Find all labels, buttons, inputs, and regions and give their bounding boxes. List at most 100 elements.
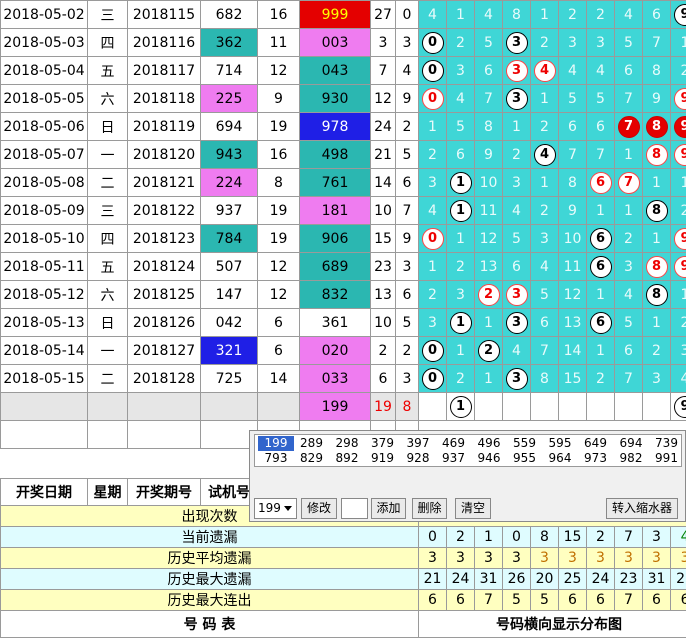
delete-button[interactable]: 删除	[412, 498, 447, 519]
stat-avg-label: 历史平均遗漏	[1, 548, 419, 569]
table-row: 2018-05-03四201811636211003330253233571	[1, 29, 686, 57]
table-row: 2018-05-09三20181229371918110741114291182	[1, 197, 686, 225]
digit-cell-4: 2	[531, 197, 559, 225]
digit-cell-1: 1	[447, 169, 475, 197]
candidate-item[interactable]: 649	[578, 436, 614, 451]
pending-digit-6	[587, 393, 615, 421]
avg-value-3: 3	[503, 548, 531, 569]
draw-sum: 10	[371, 309, 396, 337]
candidate-item[interactable]: 937	[436, 451, 472, 466]
avg-value-0: 3	[419, 548, 447, 569]
candidate-item[interactable]: 397	[400, 436, 436, 451]
maxrun-value-2: 7	[475, 590, 503, 611]
add-button[interactable]: 添加	[371, 498, 406, 519]
draw-date: 2018-05-07	[1, 141, 88, 169]
candidate-item[interactable]: 496	[471, 436, 507, 451]
candidate-item[interactable]: 982	[613, 451, 649, 466]
draw-span: 5	[396, 141, 419, 169]
digit-cell-6: 1	[587, 337, 615, 365]
candidate-item[interactable]: 892	[329, 451, 365, 466]
digit-cell-0: 4	[419, 1, 447, 29]
candidate-item[interactable]: 955	[507, 451, 543, 466]
draw-date: 2018-05-03	[1, 29, 88, 57]
candidate-item[interactable]: 289	[294, 436, 330, 451]
pending-digit-5	[559, 393, 587, 421]
test-number: 225	[201, 85, 258, 113]
candidate-item[interactable]: 739	[649, 436, 685, 451]
candidate-item[interactable]: 298	[329, 436, 365, 451]
digit-cell-6: 6	[587, 225, 615, 253]
digit-cell-8: 1	[643, 309, 671, 337]
candidate-item[interactable]: 469	[436, 436, 472, 451]
number-input[interactable]	[341, 498, 368, 519]
digit-cell-4: 1	[531, 1, 559, 29]
draw-span: 6	[396, 169, 419, 197]
candidate-panel: 1992892983793974694965595956496947397938…	[249, 430, 686, 522]
digit-cell-4: 2	[531, 113, 559, 141]
number-ball: 8	[646, 200, 668, 222]
digit-cell-3: 2	[503, 141, 531, 169]
candidate-item[interactable]: 928	[400, 451, 436, 466]
draw-sum: 27	[371, 1, 396, 29]
candidate-item[interactable]: 946	[471, 451, 507, 466]
shrink-button[interactable]: 转入缩水器	[606, 498, 678, 519]
draw-span: 3	[396, 253, 419, 281]
draw-date: 2018-05-12	[1, 281, 88, 309]
candidate-item[interactable]: 694	[613, 436, 649, 451]
maxrun-value-3: 5	[503, 590, 531, 611]
number-ball: 9	[674, 88, 686, 110]
number-ball: 1	[450, 396, 472, 418]
number-select[interactable]: 199	[254, 498, 297, 519]
number-ball: 4	[534, 144, 556, 166]
blank-cell	[128, 421, 201, 449]
digit-cell-8: 8	[643, 197, 671, 225]
digit-cell-6: 6	[587, 309, 615, 337]
digit-cell-4: 2	[531, 29, 559, 57]
test-number: 224	[201, 169, 258, 197]
test-number: 362	[201, 29, 258, 57]
candidate-item[interactable]: 595	[542, 436, 578, 451]
digit-cell-8: 1	[643, 169, 671, 197]
digit-cell-3: 5	[503, 225, 531, 253]
issue-number: 2018119	[128, 113, 201, 141]
digit-cell-9: 9	[671, 113, 686, 141]
candidate-item[interactable]: 919	[365, 451, 401, 466]
digit-cell-2: 4	[475, 1, 503, 29]
current-value-1: 2	[447, 527, 475, 548]
digit-cell-6: 7	[587, 141, 615, 169]
table-row: 2018-05-04五201811771412043740363444682	[1, 57, 686, 85]
digit-cell-1: 2	[447, 29, 475, 57]
candidate-item[interactable]: 199	[258, 436, 294, 451]
digit-cell-6: 1	[587, 281, 615, 309]
draw-sum: 7	[371, 57, 396, 85]
digit-cell-7: 7	[615, 169, 643, 197]
candidate-item[interactable]: 793	[258, 451, 294, 466]
stat-max-label: 历史最大遗漏	[1, 569, 419, 590]
candidate-item[interactable]: 829	[294, 451, 330, 466]
digit-cell-5: 5	[559, 85, 587, 113]
table-row: 2018-05-15二2018128725140336302138152734	[1, 365, 686, 393]
draw-date: 2018-05-06	[1, 113, 88, 141]
issue-number: 2018115	[128, 1, 201, 29]
candidate-item[interactable]: 379	[365, 436, 401, 451]
pending-digit-8	[643, 393, 671, 421]
digit-cell-8: 8	[643, 57, 671, 85]
digit-cell-0: 0	[419, 85, 447, 113]
digit-cell-0: 1	[419, 113, 447, 141]
chevron-down-icon	[284, 506, 292, 511]
test-sum: 12	[258, 57, 300, 85]
pending-empty	[1, 393, 88, 421]
test-sum: 19	[258, 225, 300, 253]
pending-empty	[201, 393, 258, 421]
maxrun-value-0: 6	[419, 590, 447, 611]
candidate-item[interactable]: 559	[507, 436, 543, 451]
number-ball: 2	[478, 340, 500, 362]
candidate-list[interactable]: 1992892983793974694965595956496947397938…	[254, 434, 682, 467]
candidate-item[interactable]: 973	[578, 451, 614, 466]
modify-button[interactable]: 修改	[301, 498, 337, 519]
candidate-item[interactable]: 964	[542, 451, 578, 466]
digit-cell-8: 7	[643, 29, 671, 57]
weekday: 三	[88, 1, 128, 29]
clear-button[interactable]: 清空	[455, 498, 491, 519]
candidate-item[interactable]: 991	[649, 451, 685, 466]
